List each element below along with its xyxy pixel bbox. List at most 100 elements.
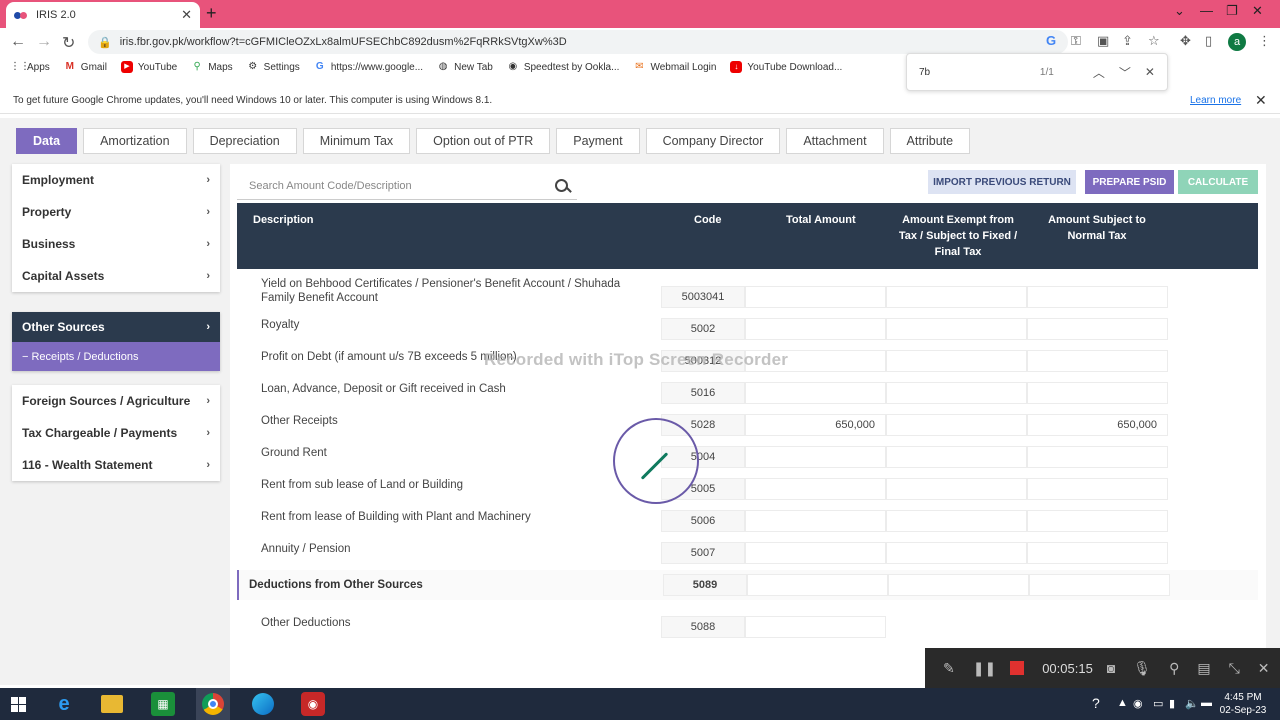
tray-expand-icon[interactable]: ▲ [1117,697,1128,709]
tab-minimum-tax[interactable]: Minimum Tax [302,128,411,154]
page-icon[interactable]: ▣ [1097,33,1109,49]
sidebar-subitem-receipts-deductions[interactable]: − Receipts / Deductions [12,342,220,371]
network-icon[interactable]: ▮ [1169,697,1175,710]
tab-data[interactable]: Data [16,128,78,154]
bookmark-youtube[interactable]: ▶ YouTube [120,61,177,73]
sidebar-item-other-sources[interactable]: Other Sources › [12,312,220,342]
volume-icon[interactable]: 🔈 [1185,697,1199,710]
sidebar-item-capital-assets[interactable]: Capital Assets › [12,260,220,292]
sidebar-item-foreign-sources[interactable]: Foreign Sources / Agriculture › [12,385,220,417]
file-explorer-icon[interactable] [101,695,123,713]
infobar-close-icon[interactable]: ✕ [1255,92,1267,109]
exempt-amount-input[interactable] [886,478,1027,500]
bookmark-apps[interactable]: ⋮⋮ Apps [10,61,50,73]
tab-option-out-of-ptr[interactable]: Option out of PTR [416,128,551,154]
battery-icon[interactable]: ▬ [1201,697,1212,709]
find-input[interactable]: 7b [919,67,1036,78]
find-close-icon[interactable]: ✕ [1145,65,1155,79]
tab-amortization[interactable]: Amortization [83,128,187,154]
close-tab-icon[interactable]: ✕ [181,7,192,23]
taskbar-clock[interactable]: 4:45 PM 02-Sep-23 [1214,691,1272,717]
window-close-icon[interactable]: ✕ [1252,3,1263,19]
bookmark-maps[interactable]: ⚲ Maps [191,61,233,73]
exempt-amount-input[interactable] [886,510,1027,532]
calculate-button[interactable]: CALCULATE [1178,170,1258,194]
address-bar[interactable]: 🔒 iris.fbr.gov.pk/workflow?t=cGFMICleOZx… [88,30,1068,54]
bookmark-webmail[interactable]: ✉ Webmail Login [633,61,716,73]
recorder-tray-icon[interactable]: ◉ [1133,697,1143,710]
search-box[interactable]: Search Amount Code/Description [237,172,577,200]
tab-attribute[interactable]: Attribute [889,128,971,154]
search-input[interactable]: Search Amount Code/Description [249,180,549,192]
find-next-icon[interactable]: ﹀ [1119,64,1131,81]
import-previous-return-button[interactable]: IMPORT PREVIOUS RETURN [928,170,1076,194]
exempt-amount-input[interactable] [886,286,1027,308]
side-panel-icon[interactable]: ▯ [1205,33,1212,49]
sidebar-item-tax-chargeable[interactable]: Tax Chargeable / Payments › [12,417,220,449]
zoom-icon[interactable]: ⚲ [1169,660,1179,677]
total-amount-input[interactable]: 650,000 [745,414,886,436]
total-amount-input[interactable] [745,286,886,308]
bookmark-youtube-download[interactable]: ↓ YouTube Download... [730,61,842,73]
display-icon[interactable]: ▭ [1153,697,1163,710]
bookmark-settings[interactable]: ⚙ Settings [247,61,300,73]
total-amount-input[interactable] [745,318,886,340]
exempt-amount-input[interactable] [886,542,1027,564]
profile-avatar[interactable]: a [1228,33,1246,51]
store-icon[interactable]: ▦ [151,692,175,716]
pause-icon[interactable]: ❚❚ [973,660,996,677]
sidebar-item-wealth-statement[interactable]: 116 - Wealth Statement › [12,449,220,481]
prepare-psid-button[interactable]: PREPARE PSID [1085,170,1174,194]
edge-icon[interactable] [251,692,275,716]
exempt-amount-input[interactable] [886,446,1027,468]
total-amount-input[interactable] [745,478,886,500]
google-lens-icon[interactable]: G [1046,33,1056,48]
minimize-recorder-icon[interactable]: ⤡ [1229,660,1240,677]
camera-icon[interactable]: ◙ [1107,660,1115,676]
bookmark-gmail[interactable]: M Gmail [64,61,107,73]
close-recorder-icon[interactable]: ✕ [1258,660,1270,677]
exempt-amount-input[interactable] [886,318,1027,340]
mic-off-icon[interactable]: 🎙 [1133,660,1151,677]
reload-icon[interactable]: ↻ [62,33,75,53]
tab-attachment[interactable]: Attachment [786,128,884,154]
total-amount-input[interactable] [745,382,886,404]
sidebar-item-business[interactable]: Business › [12,228,220,260]
exempt-amount-input[interactable] [886,350,1027,372]
exempt-amount-input[interactable] [886,382,1027,404]
tab-company-director[interactable]: Company Director [645,128,781,154]
bookmark-speedtest[interactable]: ◉ Speedtest by Ookla... [507,61,619,73]
subtitle-icon[interactable]: ▤ [1197,660,1210,677]
stop-icon[interactable] [1010,661,1025,675]
total-amount-input[interactable] [745,616,886,638]
bookmark-google[interactable]: Ghttps://www.google... [314,61,423,73]
extensions-icon[interactable]: ✥ [1180,33,1191,49]
minimize-icon[interactable]: — [1200,3,1213,18]
back-icon[interactable]: ← [10,33,26,51]
chrome-icon[interactable] [196,688,230,720]
browser-tab[interactable]: IRIS 2.0 ✕ [6,2,200,28]
tab-depreciation[interactable]: Depreciation [192,128,297,154]
help-icon[interactable]: ? [1092,695,1100,711]
key-icon[interactable]: ⚿ [1071,33,1081,49]
forward-icon[interactable]: → [36,33,52,51]
sidebar-item-employment[interactable]: Employment › [12,164,220,196]
total-amount-input[interactable] [745,510,886,532]
search-icon[interactable] [549,172,577,200]
exempt-amount-input[interactable] [886,414,1027,436]
share-icon[interactable]: ⇪ [1122,33,1133,49]
windows-start-icon[interactable] [11,697,27,713]
bookmark-new-tab[interactable]: ◍ New Tab [437,61,493,73]
sidebar-item-property[interactable]: Property › [12,196,220,228]
bookmark-star-icon[interactable]: ☆ [1148,33,1160,49]
itop-recorder-icon[interactable]: ◉ [301,692,325,716]
tab-payment[interactable]: Payment [556,128,640,154]
learn-more-link[interactable]: Learn more [1190,95,1241,106]
restore-icon[interactable]: ❐ [1226,3,1238,19]
internet-explorer-icon[interactable]: e [52,692,76,716]
tab-search-icon[interactable]: ⌄ [1174,3,1185,19]
find-prev-icon[interactable]: ︿ [1093,64,1105,81]
menu-icon[interactable]: ⋮ [1258,33,1271,49]
new-tab-icon[interactable]: + [206,4,217,22]
pen-icon[interactable]: ✎ [943,660,955,677]
